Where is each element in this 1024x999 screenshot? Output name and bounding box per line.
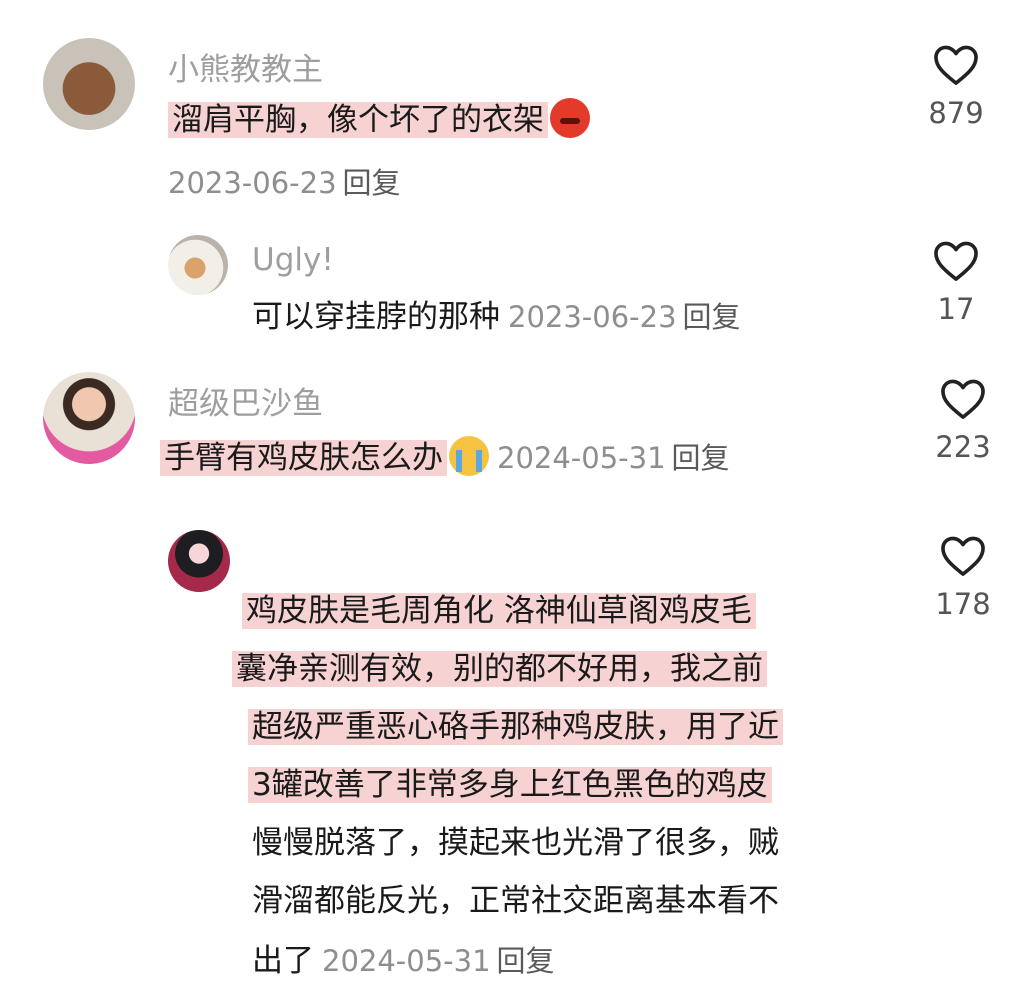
- comment-text-line-content: 囊净亲测有效，别的都不好用，我之前: [232, 651, 767, 687]
- username[interactable]: 小熊教教主: [168, 44, 323, 89]
- comment-text-line: 3罐改善了非常多身上红色黑色的鸡皮: [248, 764, 772, 806]
- avatar[interactable]: [43, 372, 135, 464]
- reply-button[interactable]: 回复: [683, 300, 741, 334]
- crying-face-icon: [449, 436, 489, 476]
- comment-meta: 2023-06-23 回复: [508, 300, 741, 334]
- reply-button[interactable]: 回复: [672, 441, 730, 475]
- comment-text-line: 出了 2024-05-31 回复: [252, 940, 555, 982]
- like-button[interactable]: 223: [933, 378, 993, 464]
- reply-button[interactable]: 回复: [343, 166, 401, 200]
- avatar[interactable]: [43, 38, 135, 130]
- comment-text-line: 滑溜都能反光，正常社交距离基本看不: [252, 880, 779, 922]
- like-count: 178: [935, 587, 991, 621]
- username[interactable]: 超级巴沙鱼: [168, 378, 323, 423]
- comment-text-line-content: 慢慢脱落了，摸起来也光滑了很多，贼: [252, 825, 779, 861]
- like-count: 879: [928, 96, 984, 130]
- heart-outline-icon: [934, 45, 978, 85]
- heart-outline-icon: [941, 536, 985, 576]
- like-count: 17: [937, 292, 975, 326]
- comment-meta: 2024-05-31 回复: [497, 441, 730, 475]
- like-button[interactable]: 879: [926, 44, 986, 130]
- comment-text-line: 可以穿挂脖的那种: [252, 299, 500, 335]
- angry-devil-icon: [550, 98, 590, 138]
- comment-date: 2023-06-23: [508, 300, 677, 334]
- like-button[interactable]: 178: [933, 535, 993, 621]
- comment-text-line: 鸡皮肤是毛周角化 洛神仙草阁鸡皮毛: [242, 590, 756, 632]
- like-count: 223: [935, 430, 991, 464]
- avatar[interactable]: [168, 530, 230, 592]
- heart-outline-icon: [941, 379, 985, 419]
- comment-text-line: 慢慢脱落了，摸起来也光滑了很多，贼: [252, 822, 779, 864]
- comment-text-line-content: 鸡皮肤是毛周角化 洛神仙草阁鸡皮毛: [242, 593, 756, 629]
- comment-text: 可以穿挂脖的那种 2023-06-23 回复: [252, 296, 741, 338]
- avatar[interactable]: [168, 235, 228, 295]
- comment-text-line: 超级严重恶心硌手那种鸡皮肤，用了近: [248, 706, 783, 748]
- comment-text-line-content: 3罐改善了非常多身上红色黑色的鸡皮: [248, 767, 772, 803]
- reply-button[interactable]: 回复: [497, 944, 555, 978]
- comment-text-line: 囊净亲测有效，别的都不好用，我之前: [232, 648, 767, 690]
- comment-meta: 2023-06-23 回复: [168, 160, 401, 202]
- like-button[interactable]: 17: [926, 240, 986, 326]
- comment-text: 溜肩平胸，像个坏了的衣架: [168, 98, 590, 141]
- heart-outline-icon: [934, 241, 978, 281]
- comment-meta: 2024-05-31 回复: [322, 944, 555, 978]
- comment-date: 2024-05-31: [497, 441, 666, 475]
- comment-text-line-content: 出了: [252, 943, 314, 979]
- comment-text-line-content: 滑溜都能反光，正常社交距离基本看不: [252, 883, 779, 919]
- username[interactable]: Ugly!: [252, 242, 334, 278]
- comment-text-line-content: 超级严重恶心硌手那种鸡皮肤，用了近: [248, 709, 783, 745]
- comment-text-line: 溜肩平胸，像个坏了的衣架: [168, 102, 548, 138]
- comment-text: 手臂有鸡皮肤怎么办 2024-05-31 回复: [160, 436, 730, 479]
- comment-date: 2023-06-23: [168, 166, 337, 200]
- comment-date: 2024-05-31: [322, 944, 491, 978]
- comment-text-line: 手臂有鸡皮肤怎么办: [160, 440, 447, 476]
